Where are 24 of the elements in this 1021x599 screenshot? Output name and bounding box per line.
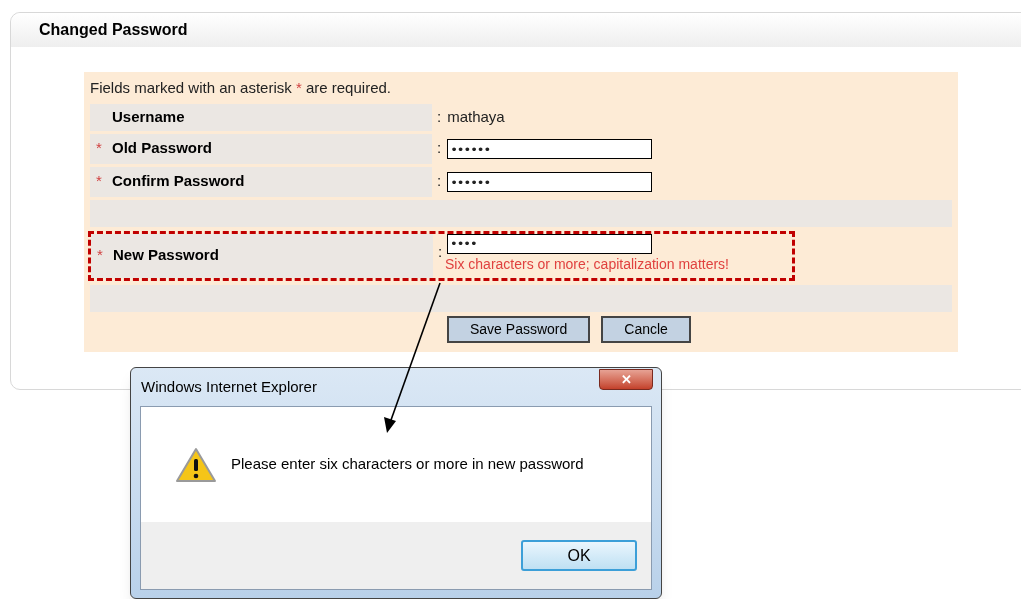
field-label: Confirm Password	[112, 171, 245, 192]
dialog-message: Please enter six characters or more in new password	[231, 454, 584, 475]
password-field[interactable]: ••••••	[447, 172, 653, 192]
cancel-button[interactable]: Cancle	[601, 315, 691, 343]
colon: :	[438, 242, 443, 262]
field-label: Old Password	[112, 138, 213, 159]
password-field[interactable]: ••••	[447, 233, 652, 254]
warning-icon	[175, 446, 217, 483]
ok-button[interactable]: OK	[521, 540, 637, 571]
dialog-title: Windows Internet Explorer	[141, 376, 317, 397]
username-value: mathaya	[447, 106, 505, 127]
colon: :	[437, 171, 442, 192]
required-asterisk: *	[96, 139, 102, 157]
field-label: New Password	[113, 245, 219, 266]
hint-text: Six characters or more; capitalization matters!	[445, 254, 729, 274]
colon: :	[437, 106, 442, 127]
required-asterisk: *	[97, 246, 103, 264]
required-note: Fields marked with an asterisk * are required.	[90, 78, 392, 98]
required-asterisk: *	[96, 172, 102, 190]
save-password-button[interactable]: Save Password	[447, 315, 591, 343]
field-label: Username	[112, 106, 185, 127]
colon: :	[437, 138, 442, 159]
password-field[interactable]: ••••••	[447, 139, 653, 159]
panel-title: Changed Password	[39, 20, 188, 40]
